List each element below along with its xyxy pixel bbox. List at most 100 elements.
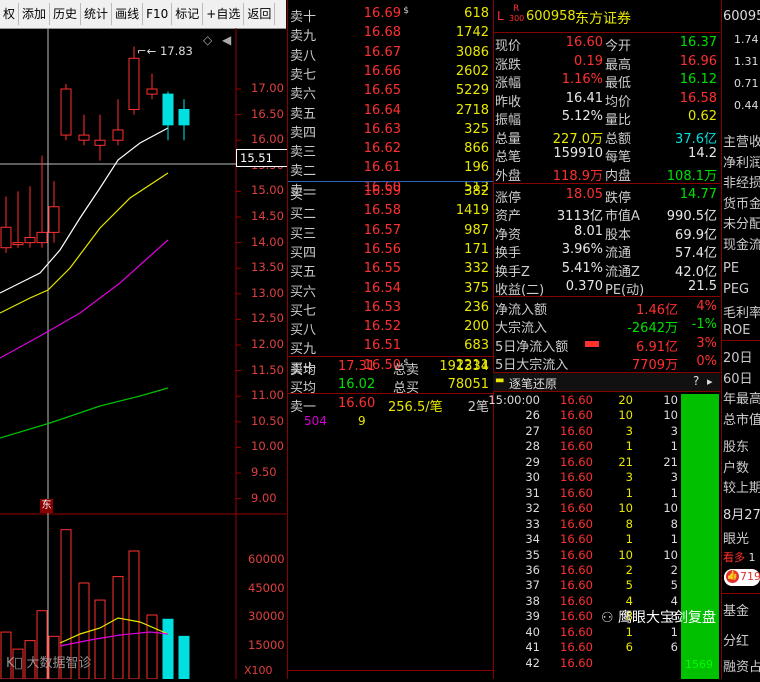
order-level-label: 买二 <box>290 207 317 223</box>
price-tick-label: 16.50 <box>251 106 284 121</box>
toolbar-button-4[interactable]: 画线 <box>112 3 144 25</box>
toolbar-button-6[interactable]: 标记 <box>172 3 204 25</box>
quote-panel: L R 300 600958 东方证券 现价 16.60 今开 16.37 涨跌 0.19… <box>493 0 720 373</box>
volume-bar[interactable] <box>178 635 190 680</box>
tick-count: 3 <box>670 470 678 485</box>
quote-value: 16.58 <box>679 90 717 106</box>
bid-row[interactable]: 买二 16.58 1419 <box>288 202 493 223</box>
candle-body[interactable] <box>94 139 106 146</box>
kline-chart-panel[interactable]: 17.0016.5016.0015.5015.0014.5014.0013.50… <box>0 28 288 680</box>
bid-row[interactable]: 买九 16.51 683 <box>288 337 493 357</box>
dropdown-icon[interactable]: ▸ <box>707 375 713 388</box>
bid-row[interactable]: 买六 16.54 375 <box>288 280 493 300</box>
collapse-icon[interactable]: ◇ <box>203 33 212 47</box>
ask-row[interactable]: 卖二 16.61 196 <box>288 159 493 179</box>
toolbar-button-3[interactable]: 统计 <box>81 3 113 25</box>
ask-row[interactable]: 卖四 16.63 325 <box>288 121 493 141</box>
flow-pct: -1% <box>691 317 717 333</box>
flow-pct: 0% <box>696 353 717 369</box>
candle-body[interactable] <box>78 134 90 141</box>
bid-row[interactable]: 买一 16.59 382 <box>288 183 493 203</box>
fund-flow-row: 大宗流入 -2642万 -1% <box>493 316 720 336</box>
toolbar-button-2[interactable]: 历史 <box>50 3 82 25</box>
book-divider-2 <box>288 356 493 357</box>
order-level-label: 买五 <box>290 265 317 281</box>
order-level-label: 卖八 <box>290 48 317 64</box>
tick-count: 10 <box>663 501 678 516</box>
toolbar-button-7[interactable]: +自选 <box>203 3 245 25</box>
kline-chart[interactable] <box>0 28 286 680</box>
quote-label: 最低 <box>605 76 632 91</box>
bid-row[interactable]: 买七 16.53 236 <box>288 299 493 319</box>
tick-time: 30 <box>525 470 540 485</box>
stock-code: 600958 <box>526 9 576 24</box>
price-tick-label: 11.00 <box>251 388 284 403</box>
event-marker[interactable]: 东 <box>40 499 53 513</box>
bid-row[interactable]: 买八 16.52 200 <box>288 318 493 338</box>
tick-count: 10 <box>663 547 678 562</box>
tick-count: 3 <box>670 423 678 438</box>
quote-value: 3113亿 <box>556 209 603 225</box>
tick-price: 16.60 <box>560 516 593 531</box>
quote-label: 资产 <box>495 209 522 225</box>
tick-count: 8 <box>670 516 678 531</box>
like-button[interactable]: 👍 719 <box>724 569 760 586</box>
volume-bar[interactable] <box>162 618 174 680</box>
volume-bar[interactable] <box>112 576 124 680</box>
volume-bar[interactable] <box>146 614 158 680</box>
ask-row[interactable]: 卖九 16.68 1742 <box>288 24 493 44</box>
candle-body[interactable] <box>12 242 24 246</box>
order-price: 16.55 <box>363 261 401 277</box>
ask-row[interactable]: 卖五 16.64 2718 <box>288 102 493 122</box>
toolbar-button-1[interactable]: 添加 <box>19 3 51 25</box>
order-volume: 2602 <box>455 63 489 79</box>
order-level-label: 卖十 <box>290 10 317 25</box>
quote-row: 净资 8.01 股本 69.9亿 <box>493 223 720 243</box>
rpanel-label: 总市值 <box>723 412 760 428</box>
candle-body[interactable] <box>24 236 36 244</box>
quote-value: 1.16% <box>561 72 603 87</box>
candle-body[interactable] <box>112 129 124 141</box>
candle-body[interactable] <box>178 108 190 126</box>
ask-row[interactable]: 卖六 16.65 5229 <box>288 82 493 102</box>
current-price-tag: 15.51 <box>236 149 288 167</box>
tick-volume: 6 <box>625 640 633 655</box>
ask-row[interactable]: 卖三 16.62 866 <box>288 140 493 160</box>
candle-body[interactable] <box>48 206 60 233</box>
tick-list-panel[interactable]: ▬ 逐笔还原 ? ▸ 15:00:00 16.60 20 10 26 16.60 10 10 2… <box>488 372 720 679</box>
rpanel-number: 1.31 <box>734 55 759 68</box>
volume-tick-label: 30000 <box>248 609 285 623</box>
candle-body[interactable] <box>146 88 158 95</box>
candle-body[interactable] <box>60 88 72 136</box>
toolbar-button-5[interactable]: F10 <box>143 3 173 25</box>
ask-row[interactable]: 卖八 16.67 3086 <box>288 44 493 64</box>
bid-row[interactable]: 买三 16.57 987 <box>288 222 493 242</box>
candle-body[interactable] <box>36 231 48 244</box>
tick-volume: 21 <box>618 454 633 469</box>
flow-bar-icon <box>585 340 599 347</box>
ask-row[interactable]: 卖七 16.66 2602 <box>288 63 493 83</box>
volume-bar[interactable] <box>128 550 140 680</box>
quote-label: 净资 <box>495 227 522 243</box>
candle-body[interactable] <box>0 226 12 249</box>
more-icon[interactable]: ◀ <box>222 33 231 47</box>
fund-flow-row: 5日大宗流入 7709万 0% <box>493 353 720 373</box>
fund-code: 60095 <box>723 9 760 24</box>
ask-row[interactable]: 卖十 16.69 $618 <box>288 5 493 25</box>
index-mark: 300 <box>509 14 525 23</box>
candle-body[interactable] <box>162 93 174 126</box>
bid-row[interactable]: 买四 16.56 171 <box>288 241 493 261</box>
volume-bar[interactable] <box>94 599 106 680</box>
toolbar-button-8[interactable]: 返回 <box>244 3 276 25</box>
order-volume: 332 <box>464 261 489 277</box>
total-volume: 78051 <box>447 377 489 392</box>
queue-row[interactable]: 卖一 16.60 256.5/笔 2笔 <box>288 395 493 415</box>
bid-row[interactable]: 买五 16.55 332 <box>288 260 493 281</box>
help-icon[interactable]: ? <box>693 374 699 388</box>
quote-label: 最高 <box>605 57 632 73</box>
rpanel-divider <box>722 340 760 341</box>
toolbar-button-0[interactable]: 权 <box>0 3 20 25</box>
candle-body[interactable] <box>128 57 140 110</box>
order-volume: 375 <box>464 280 489 296</box>
tick-list-collapse-icon[interactable]: ▬ <box>495 375 504 386</box>
